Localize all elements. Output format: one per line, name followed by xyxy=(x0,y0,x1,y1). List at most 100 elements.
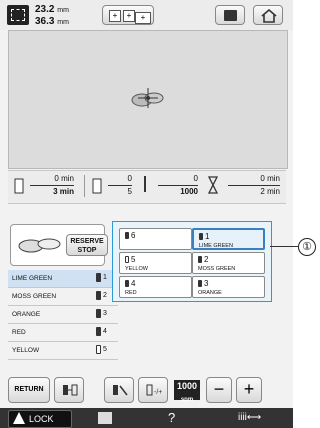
thread-list-row[interactable]: YELLOW 5 xyxy=(8,342,118,360)
stitch-count-current: 0 xyxy=(193,174,198,183)
time-left-top: 0 min xyxy=(54,174,74,183)
spool-icon xyxy=(198,256,202,263)
time-left-bottom: 3 min xyxy=(53,187,74,196)
header-bar: 23.2 mm 36.3 mm + + + xyxy=(0,0,293,30)
needle-cell[interactable]: 6 xyxy=(119,228,192,250)
footer-bar: LOCK ? iiii⟷ xyxy=(0,408,293,428)
needle-cell[interactable]: 1 LIME GREEN xyxy=(192,228,265,250)
svg-text:-/+: -/+ xyxy=(154,389,162,396)
hourglass-icon xyxy=(208,176,218,194)
thread-color-name: YELLOW xyxy=(12,347,40,354)
thread-display-icon[interactable]: iiii⟷ xyxy=(238,410,278,426)
plus-icon: + xyxy=(243,379,255,399)
needle-number: 3 xyxy=(204,279,209,288)
needle-number: 4 xyxy=(131,279,136,288)
reserve-stop-button[interactable]: RESERVE STOP xyxy=(66,234,108,256)
thread-color-name: MOSS GREEN xyxy=(12,293,57,300)
needle-color-name: RED xyxy=(125,290,137,296)
plus-icon: + xyxy=(123,10,135,22)
home-icon xyxy=(261,9,277,23)
thread-color-name: ORANGE xyxy=(12,311,41,318)
pattern-graphic xyxy=(131,88,164,108)
needle-color-name: MOSS GREEN xyxy=(198,266,236,272)
thread-list-row[interactable]: ORANGE 3 xyxy=(8,306,118,324)
width-value: 23.2 xyxy=(35,4,55,15)
list-icon[interactable] xyxy=(98,412,112,424)
stitch-color-current: 0 xyxy=(127,174,132,183)
machine-screen: 23.2 mm 36.3 mm + + + 0 min 3 min 0 5 0 … xyxy=(0,0,293,428)
time-right-top: 0 min xyxy=(260,174,280,183)
memory-icon xyxy=(224,10,237,21)
time-counter-bar: 0 min 3 min 0 5 0 1000 0 min 2 min xyxy=(8,170,286,204)
needle-number: 2 xyxy=(204,255,209,264)
needle-number: 6 xyxy=(131,231,136,240)
height-unit: mm xyxy=(57,19,69,26)
needle-number: 4 xyxy=(103,328,107,335)
thread-change-button[interactable] xyxy=(54,377,84,403)
plus-icon: + xyxy=(135,12,151,24)
speed-increase-button[interactable]: + xyxy=(236,377,262,403)
spool-icon xyxy=(96,273,101,282)
thread-list: LIME GREEN 1 MOSS GREEN 2 ORANGE 3 RED 4 YELLOW 5 xyxy=(8,270,118,390)
thread-list-row[interactable]: MOSS GREEN 2 xyxy=(8,288,118,306)
thread-color-name: RED xyxy=(12,329,26,336)
tension-icon: -/+ xyxy=(146,384,162,396)
layout-button[interactable]: + + + xyxy=(102,5,154,25)
pattern-thumbnail xyxy=(18,238,61,253)
spool-icon xyxy=(92,178,102,194)
callout-line xyxy=(270,246,298,247)
needle-number: 2 xyxy=(103,292,107,299)
spool-icon xyxy=(14,178,24,194)
lock-button[interactable]: LOCK xyxy=(8,410,72,428)
needle-color-name: YELLOW xyxy=(125,266,148,272)
needle-number: 5 xyxy=(103,346,107,353)
needle-color-name: ORANGE xyxy=(198,290,222,296)
time-right-bottom: 2 min xyxy=(260,187,280,196)
embroidery-preview-area xyxy=(8,30,288,169)
needle-number: 1 xyxy=(205,232,210,241)
plus-icon: + xyxy=(109,10,121,22)
thread-cut-button[interactable] xyxy=(104,377,134,403)
lock-label: LOCK xyxy=(29,414,54,424)
swap-icon xyxy=(63,384,78,396)
spool-icon xyxy=(199,233,203,240)
spool-icon xyxy=(96,327,101,336)
spool-icon xyxy=(125,256,129,263)
needle-number: 1 xyxy=(103,274,107,281)
height-value: 36.3 xyxy=(35,16,55,27)
speed-display: 1000 spm xyxy=(174,380,200,403)
spool-icon xyxy=(96,309,101,318)
needle-number: 5 xyxy=(131,255,136,264)
callout-marker: ① xyxy=(298,238,316,256)
help-icon[interactable]: ? xyxy=(168,410,182,426)
memory-button[interactable] xyxy=(215,5,245,25)
size-icon xyxy=(7,5,29,25)
needle-cell[interactable]: 3 ORANGE xyxy=(192,276,265,298)
thread-list-row[interactable]: LIME GREEN 1 xyxy=(8,270,118,288)
needle-cell[interactable]: 4 RED xyxy=(119,276,192,298)
spool-icon xyxy=(198,280,202,287)
spool-icon xyxy=(96,345,101,354)
needle-cell[interactable]: 2 MOSS GREEN xyxy=(192,252,265,274)
stitch-color-total: 5 xyxy=(127,187,132,196)
needle-cell[interactable]: 5 YELLOW xyxy=(119,252,192,274)
stitch-count-total: 1000 xyxy=(180,187,198,196)
thread-color-name: LIME GREEN xyxy=(12,275,53,282)
tension-button[interactable]: -/+ xyxy=(138,377,168,403)
needle-bar-grid: 6 1 LIME GREEN 5 YELLOW 2 MOSS GREEN 4 RED 3 ORANG… xyxy=(112,221,272,302)
bottom-toolbar: RETURN -/+ 1000 spm − + xyxy=(8,377,292,405)
needle-number: 3 xyxy=(103,310,107,317)
warning-icon xyxy=(13,412,25,424)
needle-color-name: LIME GREEN xyxy=(199,243,233,249)
home-button[interactable] xyxy=(253,5,283,25)
width-unit: mm xyxy=(57,7,69,14)
spool-cut-icon xyxy=(113,385,128,396)
spool-icon xyxy=(125,280,129,287)
thread-list-row[interactable]: RED 4 xyxy=(8,324,118,342)
minus-icon: − xyxy=(213,379,225,399)
speed-decrease-button[interactable]: − xyxy=(206,377,232,403)
size-readout: 23.2 mm 36.3 mm xyxy=(35,4,69,28)
return-button[interactable]: RETURN xyxy=(8,377,50,403)
spool-icon xyxy=(125,232,129,239)
spool-icon xyxy=(96,291,101,300)
